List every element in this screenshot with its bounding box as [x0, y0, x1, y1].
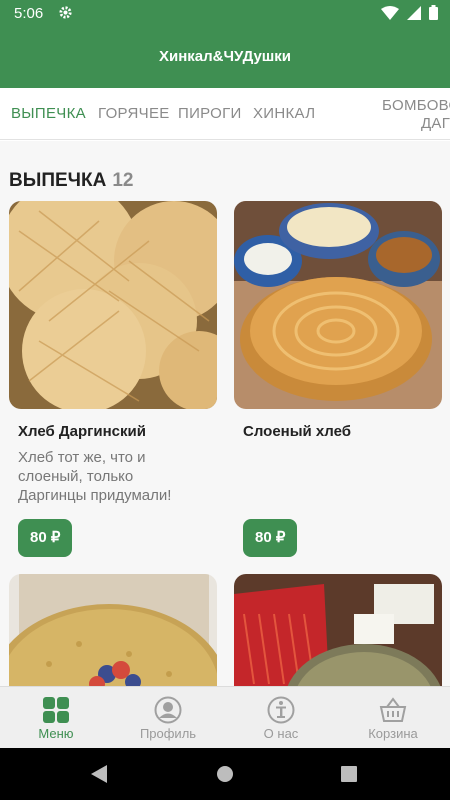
tab-khinkal[interactable]: ХИНКАЛ: [253, 105, 315, 122]
info-icon: [267, 696, 295, 724]
product-card[interactable]: Слоеный хлеб 80 ₽: [234, 201, 442, 557]
category-tabs: ВЫПЕЧКА ГОРЯЧЕЕ ПИРОГИ ХИНКАЛ БОМБОВО ДА…: [0, 88, 450, 140]
wifi-icon: [381, 5, 399, 25]
tab-bombovo-line2: ДАГЕ: [420, 115, 450, 132]
section-header: ВЫПЕЧКА 12: [9, 170, 133, 192]
nav-profile[interactable]: Профиль: [112, 687, 224, 749]
product-card[interactable]: Хлеб Даргинский Хлеб тот же, что и слоен…: [9, 201, 217, 557]
nav-cart-label: Корзина: [368, 726, 418, 741]
tab-vypechka[interactable]: ВЫПЕЧКА: [11, 105, 86, 122]
product-photo-platter: [234, 574, 442, 686]
tab-goryachee[interactable]: ГОРЯЧЕЕ: [98, 105, 170, 122]
status-time: 5:06: [14, 5, 44, 22]
nav-about[interactable]: О нас: [225, 687, 337, 749]
basket-icon: [379, 696, 407, 724]
product-photo-bread: [9, 201, 217, 409]
product-name: Хлеб Даргинский: [18, 423, 146, 440]
back-icon[interactable]: [91, 765, 107, 788]
nav-about-label: О нас: [263, 726, 299, 741]
product-card[interactable]: [234, 574, 442, 686]
menu-content[interactable]: ВЫПЕЧКА 12 Хлеб Даргинский Хлеб тот же, ч…: [0, 141, 450, 686]
app-title: Хинкал&ЧУДушки: [158, 48, 292, 65]
battery-icon: [429, 5, 438, 25]
settings-gear-icon: [58, 5, 73, 25]
product-description: Хлеб тот же, что и слоеный, только Дарги…: [18, 449, 172, 504]
product-name: Слоеный хлеб: [243, 423, 352, 440]
price-button[interactable]: 80 ₽: [18, 519, 73, 557]
section-title: ВЫПЕЧКА: [9, 170, 107, 191]
nav-menu[interactable]: Меню: [0, 687, 112, 749]
grid-icon: [42, 696, 70, 724]
app-bar: Хинкал&ЧУДушки: [0, 26, 450, 88]
product-photo-cake: [9, 574, 217, 686]
product-card[interactable]: [9, 574, 217, 686]
profile-icon: [154, 696, 182, 724]
signal-icon: [407, 5, 421, 25]
tab-pirogi[interactable]: ПИРОГИ: [178, 105, 242, 122]
product-photo-layered-bread: [234, 201, 442, 409]
home-icon[interactable]: [217, 766, 233, 787]
nav-cart[interactable]: Корзина: [337, 687, 449, 749]
bottom-navigation: Меню Профиль О нас Корзина: [0, 686, 450, 748]
nav-menu-label: Меню: [38, 726, 74, 741]
status-bar: 5:06: [0, 0, 450, 26]
price-button[interactable]: 80 ₽: [243, 519, 298, 557]
tab-bombovo-line1: БОМБОВО: [382, 97, 450, 114]
recents-icon[interactable]: [341, 766, 357, 787]
nav-profile-label: Профиль: [139, 726, 197, 741]
section-count: 12: [112, 170, 134, 191]
system-indicators: [381, 5, 438, 25]
tab-bombovo[interactable]: БОМБОВО ДАГЕ: [382, 97, 450, 133]
system-navigation-bar: [0, 748, 450, 800]
